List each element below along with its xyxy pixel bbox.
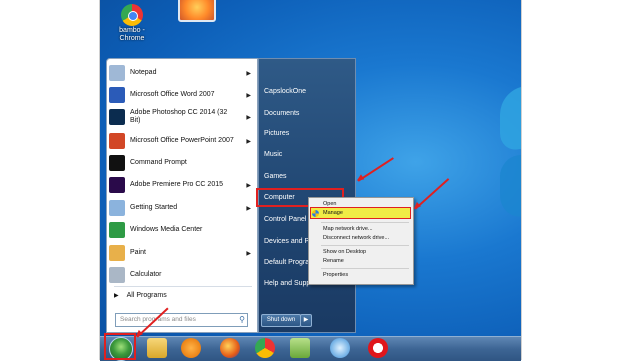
submenu-arrow-icon: ▶ <box>246 114 251 121</box>
start-place-item[interactable]: Documents <box>264 106 354 122</box>
context-item-show-desktop[interactable]: Show on Desktop <box>323 248 366 256</box>
program-label: Adobe Photoshop CC 2014 (32 Bit) <box>130 109 228 124</box>
program-label: Adobe Premiere Pro CC 2015 <box>130 181 223 188</box>
media-player-icon[interactable] <box>181 338 201 358</box>
program-item[interactable]: Notepad ▶ <box>109 63 256 83</box>
program-item[interactable]: Windows Media Center <box>109 220 256 240</box>
program-label: Windows Media Center <box>130 226 203 233</box>
shutdown-options-button[interactable]: ▶ <box>300 314 312 327</box>
context-item-map-drive[interactable]: Map network drive... <box>323 225 373 233</box>
shutdown-button[interactable]: Shut down <box>261 314 301 327</box>
start-place-item[interactable]: Pictures <box>264 126 354 142</box>
program-item[interactable]: Calculator <box>109 265 256 285</box>
frame-border-right <box>521 0 522 360</box>
submenu-arrow-icon: ▶ <box>246 182 251 189</box>
program-item[interactable]: Microsoft Office PowerPoint 2007 ▶ <box>109 131 256 151</box>
sync-icon[interactable] <box>330 338 350 358</box>
photoshop-icon <box>109 109 125 125</box>
calculator-icon <box>109 267 125 283</box>
cmd-icon <box>109 155 125 171</box>
user-picture[interactable] <box>178 0 216 22</box>
program-label: Notepad <box>130 69 157 76</box>
word-icon <box>109 87 125 103</box>
all-programs-button[interactable]: ▶ All Programs <box>114 292 167 299</box>
desktop-shortcut-chrome[interactable]: bambo - Chrome <box>110 4 154 43</box>
notepad-icon <box>109 65 125 81</box>
paint-icon <box>109 245 125 261</box>
desktop-shortcut-label: bambo - Chrome <box>119 27 145 42</box>
media-center-icon <box>109 222 125 238</box>
firefox-icon[interactable] <box>220 338 240 358</box>
submenu-arrow-icon: ▶ <box>246 92 251 99</box>
opera-icon[interactable] <box>368 338 388 358</box>
chrome-icon[interactable] <box>255 338 275 358</box>
submenu-arrow-icon: ▶ <box>246 70 251 77</box>
search-icon: ⚲ <box>239 315 245 324</box>
context-item-manage[interactable]: Manage <box>323 209 343 217</box>
getting-started-icon <box>109 200 125 216</box>
program-label: Paint <box>130 249 146 256</box>
context-item-rename[interactable]: Rename <box>323 257 344 265</box>
windows-logo-wallpaper <box>500 60 521 250</box>
context-item-open[interactable]: Open <box>323 200 336 208</box>
program-item[interactable]: Command Prompt <box>109 153 256 173</box>
program-item[interactable]: Getting Started ▶ <box>109 198 256 218</box>
context-separator <box>321 268 409 269</box>
app-icon[interactable] <box>290 338 310 358</box>
all-programs-label: All Programs <box>126 292 167 299</box>
program-item[interactable]: Adobe Premiere Pro CC 2015 ▶ <box>109 175 256 195</box>
program-item[interactable]: Microsoft Office Word 2007 ▶ <box>109 85 256 105</box>
submenu-arrow-icon: ▶ <box>246 205 251 212</box>
program-label: Microsoft Office PowerPoint 2007 <box>130 137 234 144</box>
context-menu: Open Manage Map network drive... Disconn… <box>308 197 414 285</box>
program-item[interactable]: Paint ▶ <box>109 243 256 263</box>
start-highlight-box <box>104 333 136 360</box>
chrome-icon <box>121 4 143 26</box>
powerpoint-icon <box>109 133 125 149</box>
program-item[interactable]: Adobe Photoshop CC 2014 (32 Bit) ▶ <box>109 107 256 127</box>
program-label: Command Prompt <box>130 159 187 166</box>
start-place-item[interactable]: Music <box>264 147 354 163</box>
start-place-item[interactable]: Games <box>264 169 354 185</box>
windows-explorer-icon[interactable] <box>147 338 167 358</box>
start-search-input[interactable]: Search programs and files ⚲ <box>115 313 248 327</box>
context-separator <box>321 245 409 246</box>
context-item-properties[interactable]: Properties <box>323 271 348 279</box>
context-item-disconnect-drive[interactable]: Disconnect network drive... <box>323 234 389 242</box>
start-place-item[interactable]: CapslockOne <box>264 84 354 100</box>
programs-separator <box>114 286 252 287</box>
program-label: Getting Started <box>130 204 178 211</box>
program-label: Microsoft Office Word 2007 <box>130 91 215 98</box>
uac-shield-icon <box>312 210 319 217</box>
premiere-icon <box>109 177 125 193</box>
submenu-arrow-icon: ▶ <box>246 138 251 145</box>
program-label: Calculator <box>130 271 162 278</box>
context-separator <box>321 222 409 223</box>
submenu-arrow-icon: ▶ <box>246 250 251 257</box>
chevron-right-icon: ▶ <box>114 293 119 299</box>
